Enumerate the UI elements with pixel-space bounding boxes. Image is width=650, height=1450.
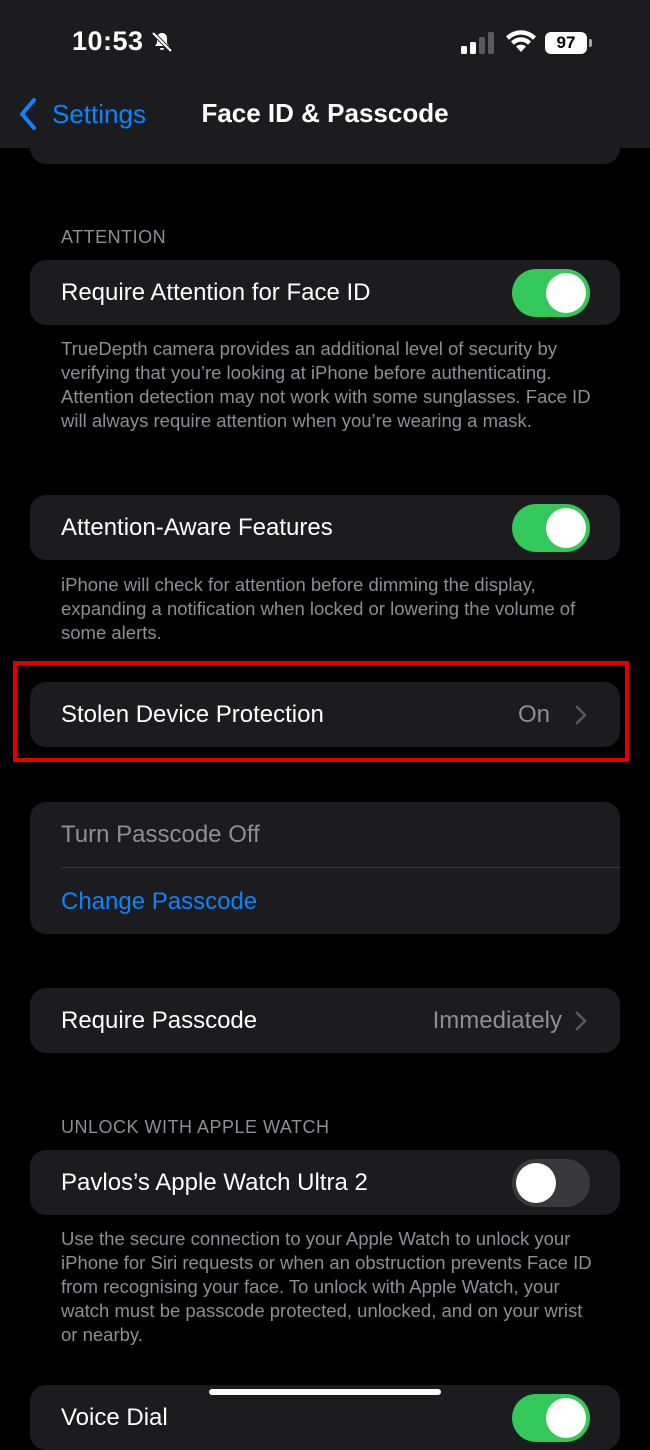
chevron-right-icon xyxy=(575,1011,587,1031)
status-time: 10:53 xyxy=(72,26,144,56)
toggle-knob xyxy=(516,1163,556,1203)
previous-card-bottom xyxy=(30,148,620,164)
change-passcode-button[interactable]: Change Passcode xyxy=(61,888,257,916)
require-passcode-label: Require Passcode xyxy=(61,1007,258,1034)
attention-aware-label: Attention-Aware Features xyxy=(61,514,333,541)
battery-icon: 97 xyxy=(545,32,593,56)
section-header-attention: ATTENTION xyxy=(61,227,167,247)
apple-watch-note: Use the secure connection to your Apple … xyxy=(61,1228,592,1345)
cellular-signal-icon xyxy=(461,32,494,54)
section-header-apple-watch: UNLOCK WITH APPLE WATCH xyxy=(61,1117,330,1137)
attention-aware-toggle[interactable] xyxy=(512,504,590,552)
attention-aware-note: iPhone will check for attention before d… xyxy=(61,574,576,643)
highlight-box xyxy=(13,661,629,762)
require-passcode-row[interactable]: Require Passcode Immediately xyxy=(30,988,620,1053)
apple-watch-toggle[interactable] xyxy=(512,1159,590,1207)
home-indicator[interactable] xyxy=(209,1389,441,1395)
apple-watch-label: Pavlos’s Apple Watch Ultra 2 xyxy=(61,1169,368,1196)
attention-aware-row[interactable]: Attention-Aware Features xyxy=(30,495,620,560)
require-passcode-value: Immediately xyxy=(432,1007,562,1034)
turn-passcode-off-button[interactable]: Turn Passcode Off xyxy=(61,821,260,849)
battery-tip xyxy=(589,39,592,47)
require-attention-note: TrueDepth camera provides an additional … xyxy=(61,338,591,431)
toggle-knob xyxy=(546,273,586,313)
page-title: Face ID & Passcode xyxy=(201,98,449,128)
apple-watch-row[interactable]: Pavlos’s Apple Watch Ultra 2 xyxy=(30,1150,620,1215)
require-attention-toggle[interactable] xyxy=(512,269,590,317)
toggle-knob xyxy=(546,1398,586,1438)
passcode-group: Turn Passcode Off Change Passcode xyxy=(30,802,620,934)
battery-level: 97 xyxy=(545,32,587,54)
require-attention-label: Require Attention for Face ID xyxy=(61,279,371,306)
divider xyxy=(61,867,620,868)
require-attention-row[interactable]: Require Attention for Face ID xyxy=(30,260,620,325)
toggle-knob xyxy=(546,508,586,548)
voice-dial-label: Voice Dial xyxy=(61,1404,168,1431)
voice-dial-toggle[interactable] xyxy=(512,1394,590,1442)
wifi-icon xyxy=(506,30,536,52)
silent-bell-icon xyxy=(151,31,173,53)
